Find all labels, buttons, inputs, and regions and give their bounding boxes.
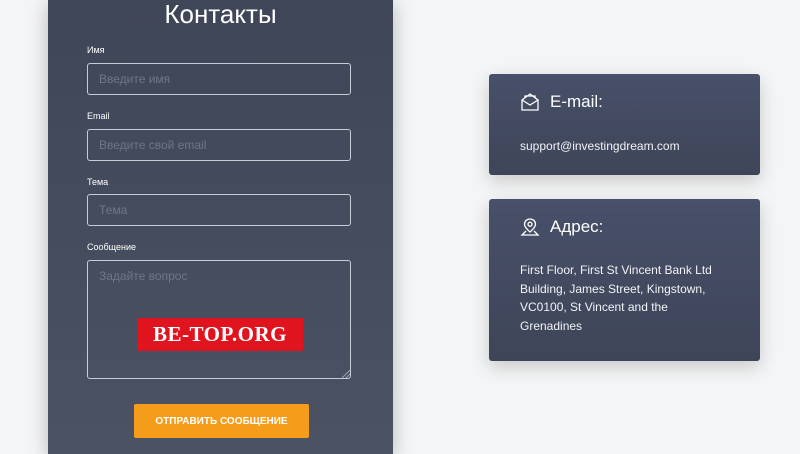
email-address-text: support@investingdream.com <box>520 139 680 153</box>
email-card-title: E-mail: <box>550 92 603 111</box>
message-label: Сообщение <box>87 242 136 252</box>
email-input[interactable] <box>87 129 351 161</box>
address-card-title: Адрес: <box>550 217 604 236</box>
envelope-icon <box>520 92 540 112</box>
map-pin-icon <box>520 217 540 237</box>
email-card: E-mail: support@investingdream.com <box>489 74 760 175</box>
watermark-label: BE-TOP.ORG <box>137 318 303 351</box>
address-card: Адрес: First Floor, First St Vincent Ban… <box>489 199 760 361</box>
address-card-header: Адрес: <box>520 217 603 237</box>
address-line: First Floor, First St Vincent Bank Ltd <box>520 263 712 277</box>
subject-input[interactable] <box>87 194 351 226</box>
form-title: Контакты <box>164 0 277 29</box>
email-card-header: E-mail: <box>520 92 603 112</box>
contact-form-panel: Контакты Имя Email Тема Сообщение BE-TOP… <box>48 0 393 454</box>
address-line: Building, James Street, Kingstown, <box>520 281 706 296</box>
address-line: VC0100, St Vincent and the <box>520 300 668 314</box>
name-label: Имя <box>87 45 105 55</box>
email-label: Email <box>87 111 110 121</box>
subject-label: Тема <box>87 177 109 187</box>
send-message-button[interactable]: ОТПРАВИТЬ СООБЩЕНИЕ <box>134 404 309 438</box>
name-input[interactable] <box>87 63 351 95</box>
address-line: Grenadines <box>520 318 583 333</box>
resize-grip-icon[interactable] <box>342 370 350 378</box>
address-text: First Floor, First St Vincent Bank Ltd B… <box>520 261 712 335</box>
